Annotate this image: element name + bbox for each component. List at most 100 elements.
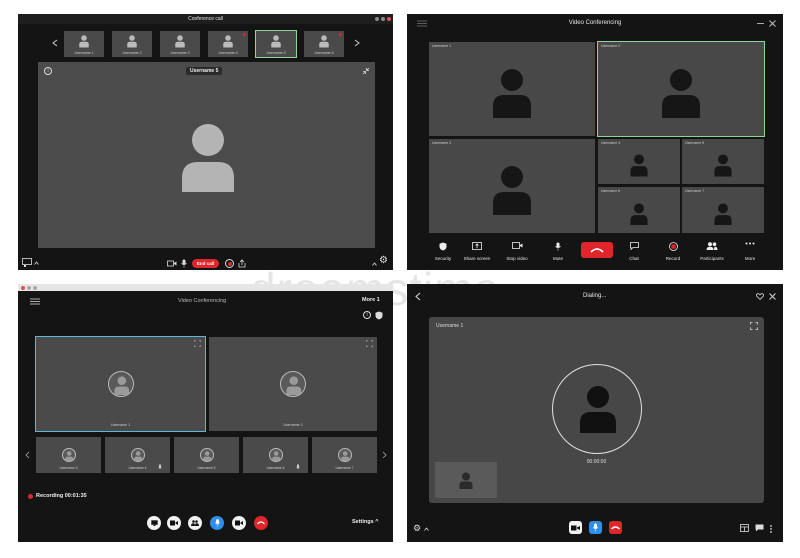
share-icon[interactable] — [238, 259, 246, 268]
avatar-icon — [714, 203, 732, 226]
chat-icon — [629, 242, 639, 250]
participant-name: Username 5 — [266, 51, 286, 55]
participant-name: Username 6 — [601, 189, 621, 193]
chevron-right-icon[interactable] — [382, 451, 387, 459]
close-icon[interactable] — [769, 20, 776, 27]
participant-name: Username 3 — [432, 141, 452, 145]
participant-video[interactable]: Username 2 — [209, 337, 377, 431]
participant-thumbnail[interactable]: Username 6 — [304, 31, 344, 57]
end-call-button[interactable] — [609, 521, 622, 534]
avatar-icon — [114, 376, 129, 396]
more-button[interactable]: More 1 — [362, 297, 380, 303]
toolbar-label: More — [744, 256, 756, 261]
close-icon[interactable] — [769, 293, 776, 300]
self-view[interactable] — [435, 462, 497, 498]
participant-video[interactable]: Username 4 — [598, 139, 680, 184]
layout-icon[interactable] — [740, 524, 749, 532]
end-call-button[interactable] — [581, 242, 613, 258]
participant-video[interactable]: Username 7 — [682, 187, 764, 233]
camera-icon[interactable] — [167, 260, 177, 267]
participant-thumbnail[interactable]: Username 5 — [174, 437, 239, 473]
caller-name: Username 1 — [436, 323, 464, 329]
phone-hangup-icon — [590, 248, 604, 253]
chevron-right-icon[interactable] — [354, 39, 360, 47]
window-dot[interactable] — [27, 285, 31, 290]
camera-icon — [571, 525, 580, 530]
screen-button[interactable] — [147, 516, 161, 530]
gear-icon[interactable]: ⚙ — [413, 524, 421, 533]
settings-label: Settings — [352, 519, 374, 525]
participant-thumbnail[interactable]: Username 3 — [160, 31, 200, 57]
participant-thumbnail[interactable]: Username 7 — [312, 437, 377, 473]
more-count: 1 — [376, 297, 380, 303]
toolbar-label: Record — [665, 256, 681, 261]
participant-name: Username 7 — [685, 189, 705, 193]
layout-icon[interactable] — [22, 258, 32, 267]
participant-video[interactable]: Username 3 — [429, 139, 595, 233]
participant-thumbnail[interactable]: Username 1 — [64, 31, 104, 57]
settings-button[interactable]: Settings ^ — [352, 519, 378, 525]
participant-thumbnail[interactable]: Username 4 — [105, 437, 170, 473]
avatar-icon — [79, 35, 89, 48]
more-icon[interactable] — [769, 525, 773, 533]
participant-name: Username 1 — [74, 51, 94, 55]
mute-button[interactable] — [589, 521, 602, 534]
menu-icon[interactable] — [30, 298, 40, 305]
end-call-button[interactable]: End call — [192, 259, 219, 268]
avatar-icon — [662, 69, 700, 118]
avatar-icon — [127, 35, 137, 48]
shield-icon[interactable] — [375, 311, 383, 320]
participant-video[interactable]: Username 6 — [598, 187, 680, 233]
participant-thumbnail[interactable]: Username 2 — [112, 31, 152, 57]
minimize-icon[interactable] — [757, 23, 764, 24]
participant-thumbnail[interactable]: Username 6 — [243, 437, 308, 473]
window-dot[interactable] — [375, 17, 379, 21]
chat-icon[interactable] — [755, 524, 764, 532]
expand-icon[interactable] — [366, 340, 373, 347]
avatar-icon — [65, 451, 74, 461]
mute-button[interactable] — [210, 516, 224, 530]
avatar-icon — [341, 451, 350, 461]
avatar-icon — [272, 451, 281, 461]
window-dot[interactable] — [21, 285, 25, 290]
participant-thumbnail[interactable]: Username 4 — [208, 31, 248, 57]
camera-button[interactable] — [569, 521, 582, 534]
participant-video[interactable]: Username 1 — [35, 336, 206, 432]
participant-video[interactable]: Username 5 — [682, 139, 764, 184]
chevron-up-icon[interactable] — [424, 527, 429, 531]
avatar — [61, 448, 76, 462]
expand-icon[interactable] — [194, 340, 201, 347]
participant-thumbnail[interactable]: Username 3 — [36, 437, 101, 473]
chevron-up-icon[interactable] — [372, 262, 377, 266]
info-icon[interactable]: i — [363, 311, 371, 319]
microphone-icon[interactable] — [181, 259, 187, 268]
participant-name: Username 6 — [314, 51, 334, 55]
phone-hangup-icon — [257, 521, 265, 525]
end-call-button[interactable] — [254, 516, 268, 530]
window-dot[interactable] — [381, 17, 385, 21]
window-dot[interactable] — [387, 17, 391, 21]
call-video[interactable]: Username 1 00:00:00 — [429, 317, 764, 503]
participant-video[interactable]: Username 2 — [597, 41, 765, 137]
participants-button[interactable] — [188, 516, 202, 530]
collapse-icon[interactable] — [362, 67, 370, 75]
chevron-left-icon[interactable] — [25, 451, 30, 459]
chevron-left-icon[interactable] — [52, 39, 58, 47]
gear-icon[interactable]: ⚙ — [379, 256, 388, 266]
window-dot[interactable] — [33, 285, 37, 290]
fullscreen-icon[interactable] — [750, 322, 758, 330]
participant-thumbnail[interactable]: Username 5 — [255, 30, 297, 58]
window-title: Video Conferencing — [568, 20, 622, 26]
info-icon[interactable]: i — [44, 67, 52, 75]
camera-button[interactable] — [167, 516, 181, 530]
avatar-icon — [493, 166, 531, 215]
chevron-up-icon[interactable] — [34, 261, 39, 265]
video-button[interactable] — [232, 516, 246, 530]
heart-icon[interactable] — [756, 293, 764, 300]
main-video[interactable]: i Username 5 — [38, 62, 375, 248]
participant-video[interactable]: Username 1 — [429, 42, 595, 136]
participant-name: Username 4 — [601, 141, 621, 145]
more-dots-icon — [745, 242, 755, 245]
back-chevron-icon[interactable] — [415, 292, 421, 301]
record-icon[interactable] — [225, 259, 234, 268]
